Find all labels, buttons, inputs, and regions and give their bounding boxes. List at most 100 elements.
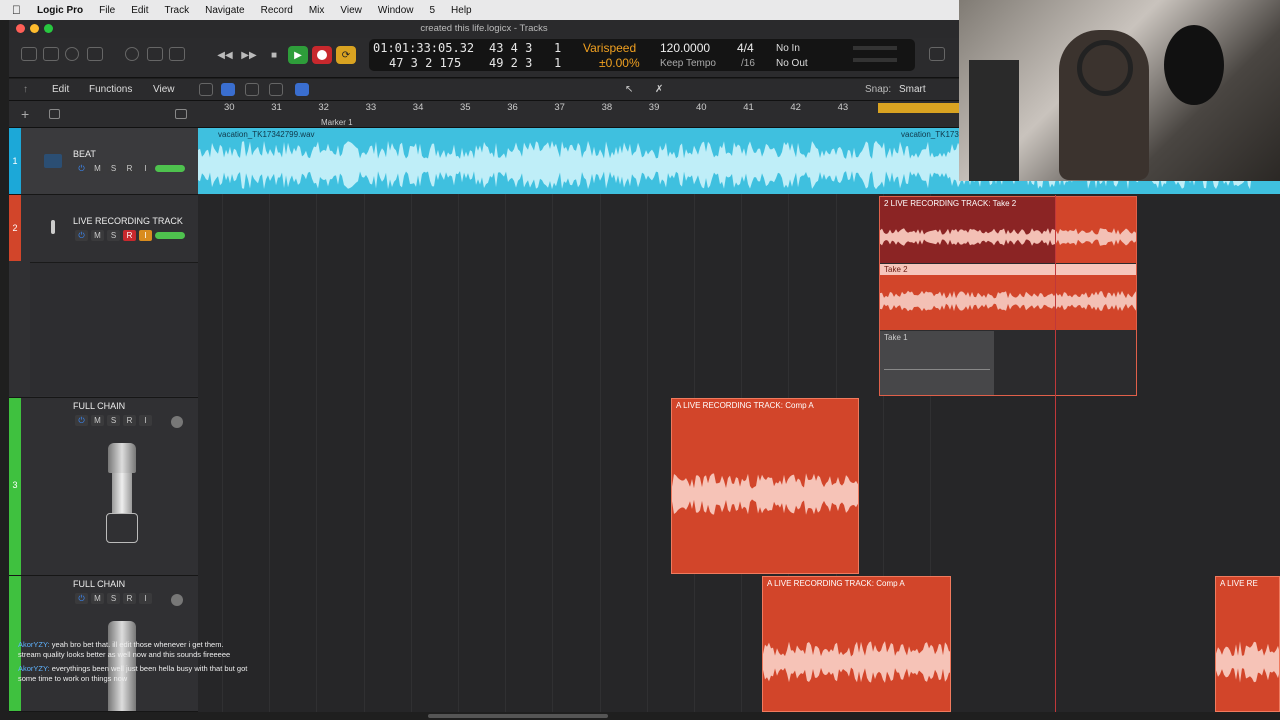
duplicate-track-icon[interactable]: [49, 109, 60, 119]
tempo-value[interactable]: 120.0000: [660, 41, 710, 55]
edit-menu[interactable]: Edit: [52, 84, 69, 95]
input-monitor-button[interactable]: I: [139, 163, 152, 174]
ruler-bar-38[interactable]: 38: [602, 102, 613, 113]
pencil-tool-icon[interactable]: ✗: [655, 84, 663, 95]
ruler-bar-40[interactable]: 40: [696, 102, 707, 113]
menu-track[interactable]: Track: [164, 5, 189, 16]
menu-record[interactable]: Record: [261, 5, 293, 16]
region-take-folder[interactable]: 2 LIVE RECORDING TRACK: Take 2 Take 2 Ta…: [879, 196, 1137, 396]
menu-window[interactable]: Window: [378, 5, 414, 16]
record-enable-button[interactable]: R: [123, 163, 136, 174]
mute-button[interactable]: M: [91, 230, 104, 241]
global-tracks-icon[interactable]: [175, 109, 187, 119]
automation-icon[interactable]: [245, 83, 259, 96]
mixer-icon[interactable]: [147, 47, 163, 61]
back-arrow-icon[interactable]: ↑: [23, 84, 28, 95]
solo-button[interactable]: S: [107, 593, 120, 604]
stop-button[interactable]: ■: [264, 46, 284, 64]
horizontal-scrollbar[interactable]: [428, 714, 608, 718]
power-icon[interactable]: ⏻: [75, 230, 88, 241]
solo-button[interactable]: S: [107, 163, 120, 174]
ruler-bar-37[interactable]: 37: [554, 102, 565, 113]
volume-knob[interactable]: [171, 416, 183, 428]
timeline-ruler[interactable]: 30313233343536373839404142434445 Marker …: [198, 101, 960, 128]
menu-5[interactable]: 5: [429, 5, 435, 16]
ruler-bar-41[interactable]: 41: [743, 102, 754, 113]
track-header-full-chain[interactable]: 3 FULL CHAIN ⏻ M S R I: [9, 398, 198, 576]
list-view-icon[interactable]: [221, 83, 235, 96]
arrange-area[interactable]: vacation_TK17342799.wav vacation_TK1734 …: [198, 128, 1280, 712]
volume-fader[interactable]: [155, 165, 185, 172]
track-header-beat[interactable]: 1 BEAT ⏻ M S R I: [9, 128, 198, 195]
library-icon[interactable]: [21, 47, 37, 61]
ruler-bar-42[interactable]: 42: [790, 102, 801, 113]
menu-help[interactable]: Help: [451, 5, 472, 16]
forward-button[interactable]: ▶▶: [239, 46, 259, 64]
input-monitor-button[interactable]: I: [139, 593, 152, 604]
volume-knob[interactable]: [171, 594, 183, 606]
menu-view[interactable]: View: [340, 5, 362, 16]
pointer-tool-icon[interactable]: ↖: [625, 84, 633, 95]
rewind-button[interactable]: ◀◀: [215, 46, 235, 64]
cycle-button[interactable]: ⟳: [336, 46, 356, 64]
input-monitor-button[interactable]: I: [139, 230, 152, 241]
region-comp-a-3[interactable]: A LIVE RE: [1215, 576, 1280, 712]
minimize-window-icon[interactable]: [30, 24, 39, 33]
record-enable-button[interactable]: R: [123, 230, 136, 241]
input-monitor-button[interactable]: I: [139, 415, 152, 426]
solo-button[interactable]: S: [107, 230, 120, 241]
quick-help-icon[interactable]: [65, 47, 79, 61]
ruler-bar-33[interactable]: 33: [366, 102, 377, 113]
editors-icon[interactable]: [169, 47, 185, 61]
smart-controls-icon[interactable]: [125, 47, 139, 61]
catch-icon[interactable]: [295, 83, 309, 96]
solo-button[interactable]: S: [107, 415, 120, 426]
snap-value[interactable]: Smart: [899, 84, 926, 95]
record-enable-button[interactable]: R: [123, 593, 136, 604]
power-icon[interactable]: ⏻: [75, 593, 88, 604]
ruler-bar-31[interactable]: 31: [271, 102, 282, 113]
close-window-icon[interactable]: [16, 24, 25, 33]
menu-edit[interactable]: Edit: [131, 5, 148, 16]
ruler-bar-39[interactable]: 39: [649, 102, 660, 113]
ruler-bar-43[interactable]: 43: [838, 102, 849, 113]
power-icon[interactable]: ⏻: [75, 415, 88, 426]
region-comp-a-1[interactable]: A LIVE RECORDING TRACK: Comp A: [671, 398, 859, 574]
grid-view-icon[interactable]: [199, 83, 213, 96]
track-header-live[interactable]: 2 LIVE RECORDING TRACK ⏻ M S R I: [9, 195, 198, 398]
menu-file[interactable]: File: [99, 5, 115, 16]
cycle-region[interactable]: [878, 103, 960, 113]
ruler-bar-34[interactable]: 34: [413, 102, 424, 113]
take-1-lane[interactable]: Take 1: [880, 331, 994, 395]
time-signature[interactable]: 4/4: [737, 41, 754, 55]
apple-icon[interactable]: : [12, 3, 21, 17]
playhead[interactable]: [1055, 195, 1056, 712]
list-editors-icon[interactable]: [929, 47, 945, 61]
track-name[interactable]: FULL CHAIN: [73, 401, 125, 411]
region-comp-a-2[interactable]: A LIVE RECORDING TRACK: Comp A: [762, 576, 951, 712]
lcd-display[interactable]: 01:01:33:05.32 43 4 3 1 47 3 2 175 49 2 …: [369, 39, 915, 71]
mute-button[interactable]: M: [91, 593, 104, 604]
mute-button[interactable]: M: [91, 415, 104, 426]
menu-navigate[interactable]: Navigate: [205, 5, 244, 16]
toolbar-icon[interactable]: [87, 47, 103, 61]
flex-icon[interactable]: [269, 83, 283, 96]
record-enable-button[interactable]: R: [123, 415, 136, 426]
inspector-icon[interactable]: [43, 47, 59, 61]
track-name[interactable]: LIVE RECORDING TRACK: [73, 216, 183, 226]
add-track-icon[interactable]: +: [21, 106, 29, 122]
zoom-window-icon[interactable]: [44, 24, 53, 33]
ruler-bar-32[interactable]: 32: [318, 102, 329, 113]
ruler-bar-35[interactable]: 35: [460, 102, 471, 113]
menu-mix[interactable]: Mix: [309, 5, 325, 16]
mute-button[interactable]: M: [91, 163, 104, 174]
volume-fader[interactable]: [155, 232, 185, 239]
view-menu[interactable]: View: [153, 84, 175, 95]
ruler-bar-36[interactable]: 36: [507, 102, 518, 113]
functions-menu[interactable]: Functions: [89, 84, 132, 95]
track-name[interactable]: FULL CHAIN: [73, 579, 125, 589]
app-menu[interactable]: Logic Pro: [37, 5, 83, 16]
play-button[interactable]: ▶: [288, 46, 308, 64]
marker-label[interactable]: Marker 1: [321, 118, 353, 127]
varispeed-label[interactable]: Varispeed: [583, 41, 636, 55]
